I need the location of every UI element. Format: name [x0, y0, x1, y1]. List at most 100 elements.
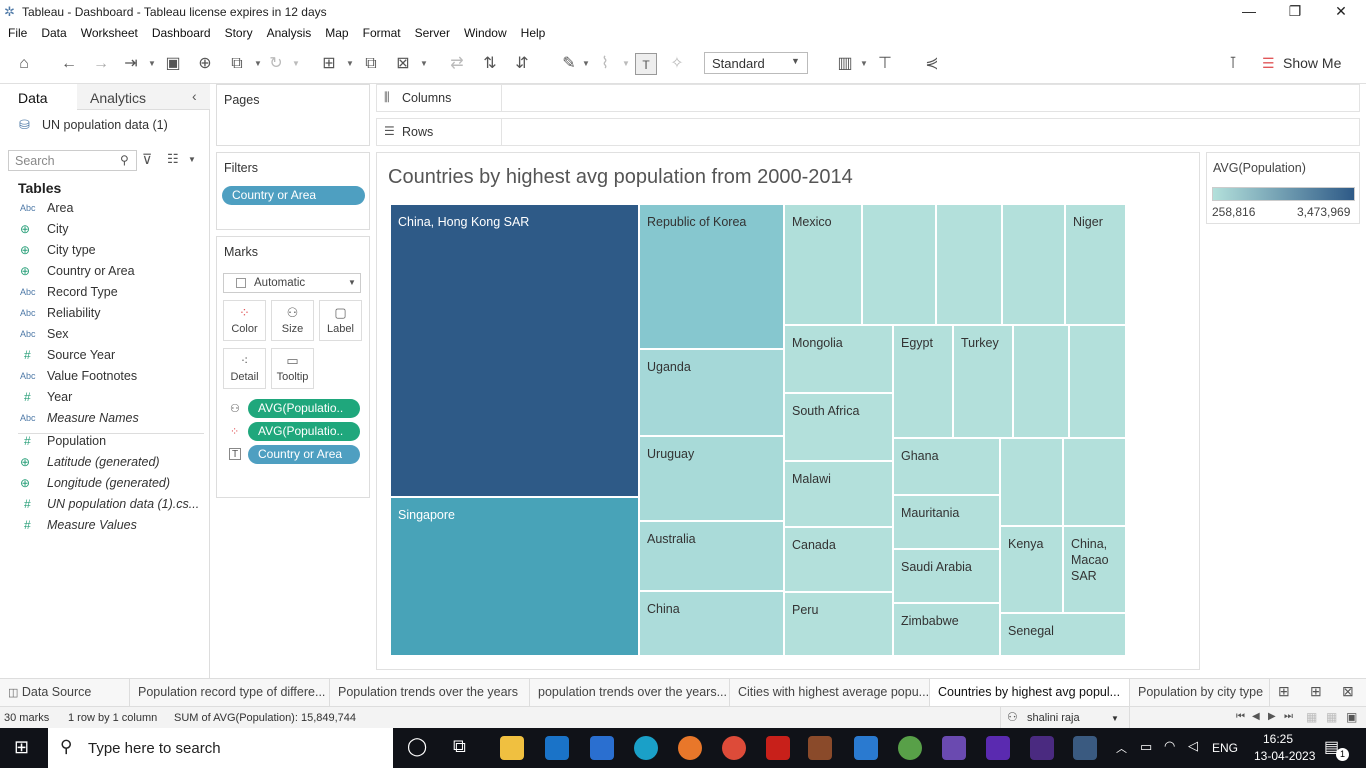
treemap-cell[interactable]: Zimbabwe	[893, 603, 1000, 656]
pin-icon[interactable]: ✧	[666, 53, 688, 75]
field-item[interactable]: ⊕ Longitude (generated)	[18, 476, 208, 497]
treemap-cell[interactable]: Mexico	[784, 204, 862, 325]
show-me-button[interactable]: Show Me	[1283, 55, 1341, 71]
chevron-down-icon[interactable]: ▼	[346, 53, 354, 75]
field-item[interactable]: ⊕ City	[18, 222, 208, 243]
tab-sheet[interactable]: Population record type of differe...	[130, 679, 330, 706]
fit-select[interactable]: Standard ▼	[704, 52, 808, 74]
treemap-cell[interactable]: Uganda	[639, 349, 784, 436]
treemap-cell[interactable]: Australia	[639, 521, 784, 591]
color-legend[interactable]: AVG(Population) 258,816 3,473,969	[1206, 152, 1360, 224]
swap-icon[interactable]: ⇄	[446, 53, 468, 75]
treemap-cell[interactable]: Saudi Arabia	[893, 549, 1000, 603]
mark-pill-color[interactable]: AVG(Populatio..	[248, 422, 360, 441]
field-item[interactable]: # Source Year	[18, 348, 208, 369]
chevron-down-icon[interactable]: ▼	[420, 53, 428, 75]
chevron-down-icon[interactable]: ▼	[860, 53, 868, 75]
acrobat-icon[interactable]	[766, 736, 790, 760]
first-sheet-icon[interactable]: ⏮	[1236, 711, 1245, 722]
treemap-cell[interactable]: Kenya	[1000, 526, 1063, 613]
field-item[interactable]: Abc Value Footnotes	[18, 369, 208, 390]
field-item[interactable]: Abc Measure Names	[18, 411, 208, 432]
save-icon[interactable]: ▣	[162, 53, 184, 75]
menu-file[interactable]: File	[8, 24, 27, 40]
new-datasource-icon[interactable]: ⊕	[194, 53, 216, 75]
treemap-cell[interactable]: Mongolia	[784, 325, 893, 393]
tab-analytics[interactable]: Analytics ‹	[77, 84, 210, 110]
share-icon[interactable]: ⋞	[921, 53, 943, 75]
search-input[interactable]: Search ⚲	[8, 150, 137, 171]
treemap-cell[interactable]: Peru	[784, 592, 893, 656]
close-button[interactable]: ✕	[1318, 0, 1364, 24]
tableau-taskbar-icon[interactable]	[1073, 736, 1097, 760]
field-item[interactable]: ⊕ Country or Area	[18, 264, 208, 285]
chevron-down-icon[interactable]: ▼	[582, 53, 590, 75]
chevron-down-icon[interactable]: ▼	[148, 53, 156, 75]
tab-sheet-active[interactable]: Countries by highest avg popul...	[930, 679, 1130, 706]
prev-sheet-icon[interactable]: ◀	[1252, 711, 1260, 722]
treemap-cell[interactable]	[1002, 204, 1065, 325]
color-button[interactable]: ⁘ Color	[223, 300, 266, 341]
menu-window[interactable]: Window	[464, 24, 507, 40]
treemap-cell[interactable]: Niger	[1065, 204, 1126, 325]
chevron-up-icon[interactable]: ︿	[1116, 740, 1127, 756]
mark-pill-size[interactable]: AVG(Populatio..	[248, 399, 360, 418]
tab-data[interactable]: Data	[0, 84, 77, 110]
menu-story[interactable]: Story	[225, 24, 253, 40]
app-icon[interactable]	[1030, 736, 1054, 760]
vscode-icon[interactable]	[854, 736, 878, 760]
field-item[interactable]: ⊕ City type	[18, 243, 208, 264]
refresh-icon[interactable]: ↻	[265, 53, 287, 75]
tab-sheet[interactable]: Population trends over the years	[330, 679, 530, 706]
file-explorer-icon[interactable]	[500, 736, 524, 760]
columns-shelf[interactable]: ⫼ Columns	[376, 84, 1360, 112]
user-menu[interactable]: ⚇ shalini raja ▼	[1000, 707, 1130, 728]
treemap-cell[interactable]: South Africa	[784, 393, 893, 461]
show-labels-icon[interactable]: T	[635, 53, 657, 75]
tabs-view-icon[interactable]: ▣	[1346, 710, 1357, 724]
pause-updates-icon[interactable]: ⧉	[226, 53, 248, 75]
treemap-cell[interactable]	[1063, 438, 1126, 526]
clear-sheet-icon[interactable]: ⊠	[392, 53, 414, 75]
treemap-cell[interactable]: Singapore	[390, 497, 639, 656]
treemap-cell[interactable]: Turkey	[953, 325, 1013, 438]
label-button[interactable]: ▢ Label	[319, 300, 362, 341]
treemap-cell[interactable]	[936, 204, 1002, 325]
mark-type-select[interactable]: Automatic ▼	[223, 273, 361, 293]
treemap[interactable]: China, Hong Kong SAR Singapore Republic of…	[390, 204, 1126, 656]
treemap-cell[interactable]: China	[639, 591, 784, 656]
tab-data-source[interactable]: ◫ Data Source	[0, 679, 130, 706]
field-item[interactable]: Abc Sex	[18, 327, 208, 348]
chevron-down-icon[interactable]: ▼	[254, 53, 262, 75]
store-icon[interactable]	[590, 736, 614, 760]
chevron-down-icon[interactable]: ▼	[188, 155, 196, 164]
menu-server[interactable]: Server	[415, 24, 450, 40]
sheet-sorter-icon[interactable]: ▦	[1326, 710, 1337, 724]
highlight-icon[interactable]: ✎	[558, 53, 580, 75]
device-preview-icon[interactable]: ⊤	[874, 53, 896, 75]
field-item[interactable]: Abc Area	[18, 201, 208, 222]
battery-icon[interactable]: ▭	[1140, 739, 1152, 755]
sort-ascending-icon[interactable]: ⇅	[479, 53, 501, 75]
field-item[interactable]: Abc Reliability	[18, 306, 208, 327]
minimize-button[interactable]: —	[1226, 0, 1272, 24]
chevron-down-icon[interactable]: ▼	[622, 53, 630, 75]
tab-sheet[interactable]: Cities with highest average popu...	[730, 679, 930, 706]
treemap-cell[interactable]: China, Macao SAR	[1063, 526, 1126, 613]
format-painter-icon[interactable]: ⊺	[1222, 53, 1244, 75]
filter-pill-country[interactable]: Country or Area	[222, 186, 365, 205]
treemap-cell[interactable]	[1013, 325, 1069, 438]
collapse-icon[interactable]: ‹	[192, 88, 197, 104]
menu-dashboard[interactable]: Dashboard	[152, 24, 211, 40]
treemap-cell[interactable]: Uruguay	[639, 436, 784, 521]
mail-icon[interactable]	[545, 736, 569, 760]
language-indicator[interactable]: ENG	[1212, 741, 1238, 755]
rows-shelf[interactable]: ☰ Rows	[376, 118, 1360, 146]
treemap-cell[interactable]: Canada	[784, 527, 893, 592]
treemap-cell[interactable]	[1000, 438, 1063, 526]
treemap-cell[interactable]	[1069, 325, 1126, 438]
menu-format[interactable]: Format	[363, 24, 401, 40]
volume-icon[interactable]: ◁	[1188, 738, 1198, 754]
field-item[interactable]: # Measure Values	[18, 518, 208, 539]
field-item[interactable]: # UN population data (1).cs...	[18, 497, 208, 518]
